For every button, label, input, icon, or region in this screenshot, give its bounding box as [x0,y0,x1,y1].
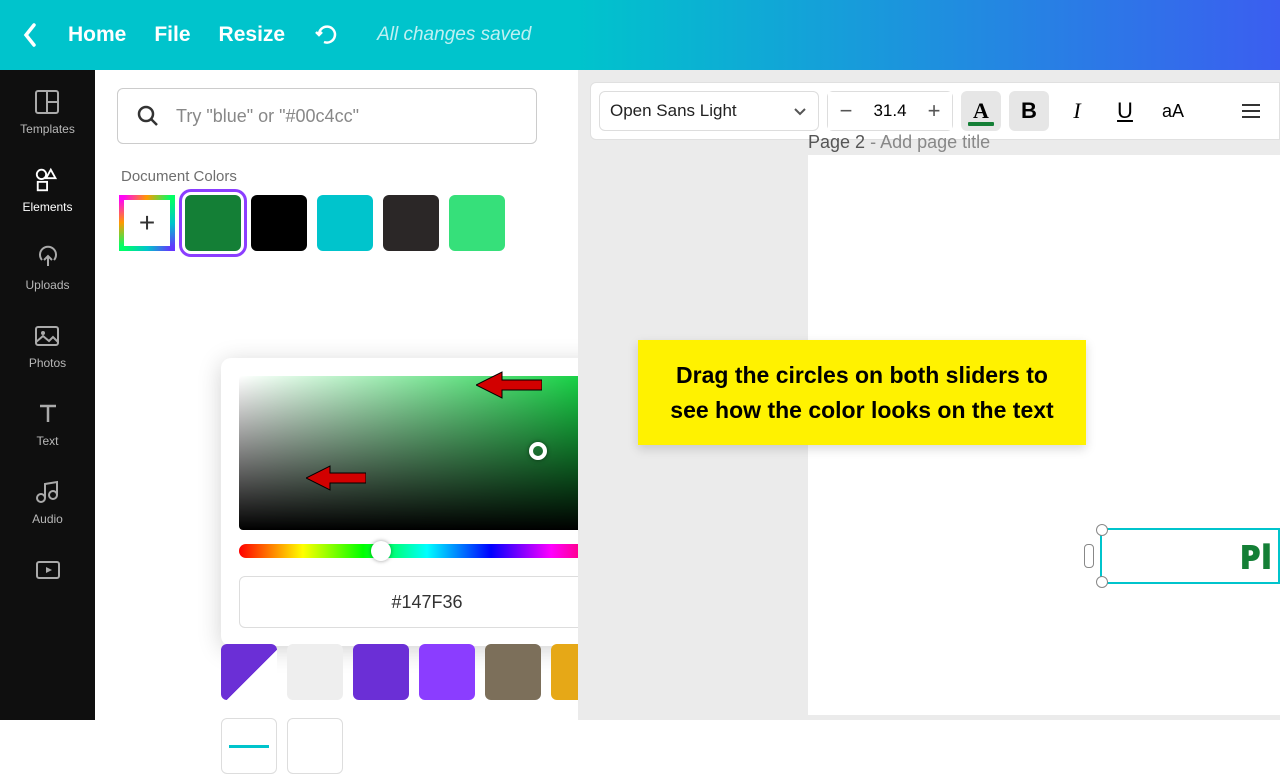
color-swatch[interactable] [419,644,475,700]
text-case-button[interactable]: aA [1153,91,1193,131]
resize-menu[interactable]: Resize [219,23,286,47]
rail-label: Uploads [25,278,69,292]
color-swatch[interactable] [449,195,505,251]
color-swatch[interactable] [317,195,373,251]
saturation-area[interactable] [239,376,615,530]
rail-audio[interactable]: Audio [32,478,63,526]
photos-icon [33,322,61,350]
rail-label: Elements [22,200,72,214]
color-search-input[interactable] [117,88,537,144]
text-color-indicator [968,122,994,126]
section-document-colors: Document Colors [121,168,556,185]
templates-icon [33,88,61,116]
rail-label: Audio [32,512,63,526]
color-swatch[interactable] [383,195,439,251]
resize-handle[interactable] [1096,576,1108,588]
font-size-stepper: − 31.4 + [827,91,953,131]
color-swatch[interactable] [251,195,307,251]
font-name: Open Sans Light [610,101,737,121]
resize-handle[interactable] [1096,524,1108,536]
hamburger-icon [1240,100,1262,122]
top-toolbar: Home File Resize All changes saved [0,0,1280,70]
tutorial-annotation: Drag the circles on both sliders to see … [638,340,1086,445]
rail-elements[interactable]: Elements [22,166,72,214]
color-picker-popup [221,358,633,646]
hex-input[interactable] [239,576,615,628]
add-color-swatch[interactable]: + [119,195,175,251]
text-color-button[interactable]: A [961,91,1001,131]
italic-button[interactable]: I [1057,91,1097,131]
canvas-text: Pl [1240,533,1272,579]
rail-label: Templates [20,122,75,136]
selected-text-box[interactable]: Pl [1100,528,1280,584]
page-title-prompt[interactable]: Add page title [880,132,990,152]
increase-size-button[interactable]: + [916,92,952,130]
undo-icon[interactable] [313,21,341,49]
font-size-value[interactable]: 31.4 [864,101,916,121]
bold-button[interactable]: B [1009,91,1049,131]
chevron-down-icon [792,103,808,119]
page-number: Page 2 [808,132,865,152]
color-swatch[interactable] [287,718,343,774]
rail-uploads[interactable]: Uploads [25,244,69,292]
photo-color-row [221,644,607,700]
rail-label: Photos [29,356,66,370]
rail-photos[interactable]: Photos [29,322,66,370]
hue-slider[interactable] [239,544,615,558]
rail-text[interactable]: Text [34,400,62,448]
videos-icon [34,556,62,584]
arrow-annotation-icon [476,370,542,400]
color-swatch[interactable] [287,644,343,700]
home-link[interactable]: Home [68,23,126,47]
document-color-row: + [117,195,556,251]
photo-color-row-2 [221,718,343,774]
rail-templates[interactable]: Templates [20,88,75,136]
color-swatch[interactable] [353,644,409,700]
photo-thumb[interactable] [221,644,277,700]
decrease-size-button[interactable]: − [828,92,864,130]
save-status: All changes saved [377,24,531,46]
audio-icon [33,478,61,506]
search-icon [135,103,161,129]
color-swatch[interactable] [485,644,541,700]
hue-handle[interactable] [371,541,391,561]
page-meta: Page 2 - Add page title [808,132,990,153]
arrow-annotation-icon [306,464,366,492]
file-menu[interactable]: File [154,23,190,47]
side-rail: Templates Elements Uploads Photos Text A… [0,70,95,720]
photo-thumb[interactable] [221,718,277,774]
elements-icon [34,166,62,194]
side-handle[interactable] [1084,544,1094,568]
saturation-handle[interactable] [529,442,547,460]
rail-label: Text [36,434,58,448]
rail-videos[interactable] [34,556,62,584]
underline-button[interactable]: U [1105,91,1145,131]
more-options-button[interactable] [1231,91,1271,131]
font-family-select[interactable]: Open Sans Light [599,91,819,131]
canvas-area: Open Sans Light − 31.4 + A B I U aA Page… [578,70,1280,720]
text-icon [34,400,62,428]
color-swatch[interactable] [185,195,241,251]
uploads-icon [34,244,62,272]
back-icon[interactable] [20,21,40,49]
